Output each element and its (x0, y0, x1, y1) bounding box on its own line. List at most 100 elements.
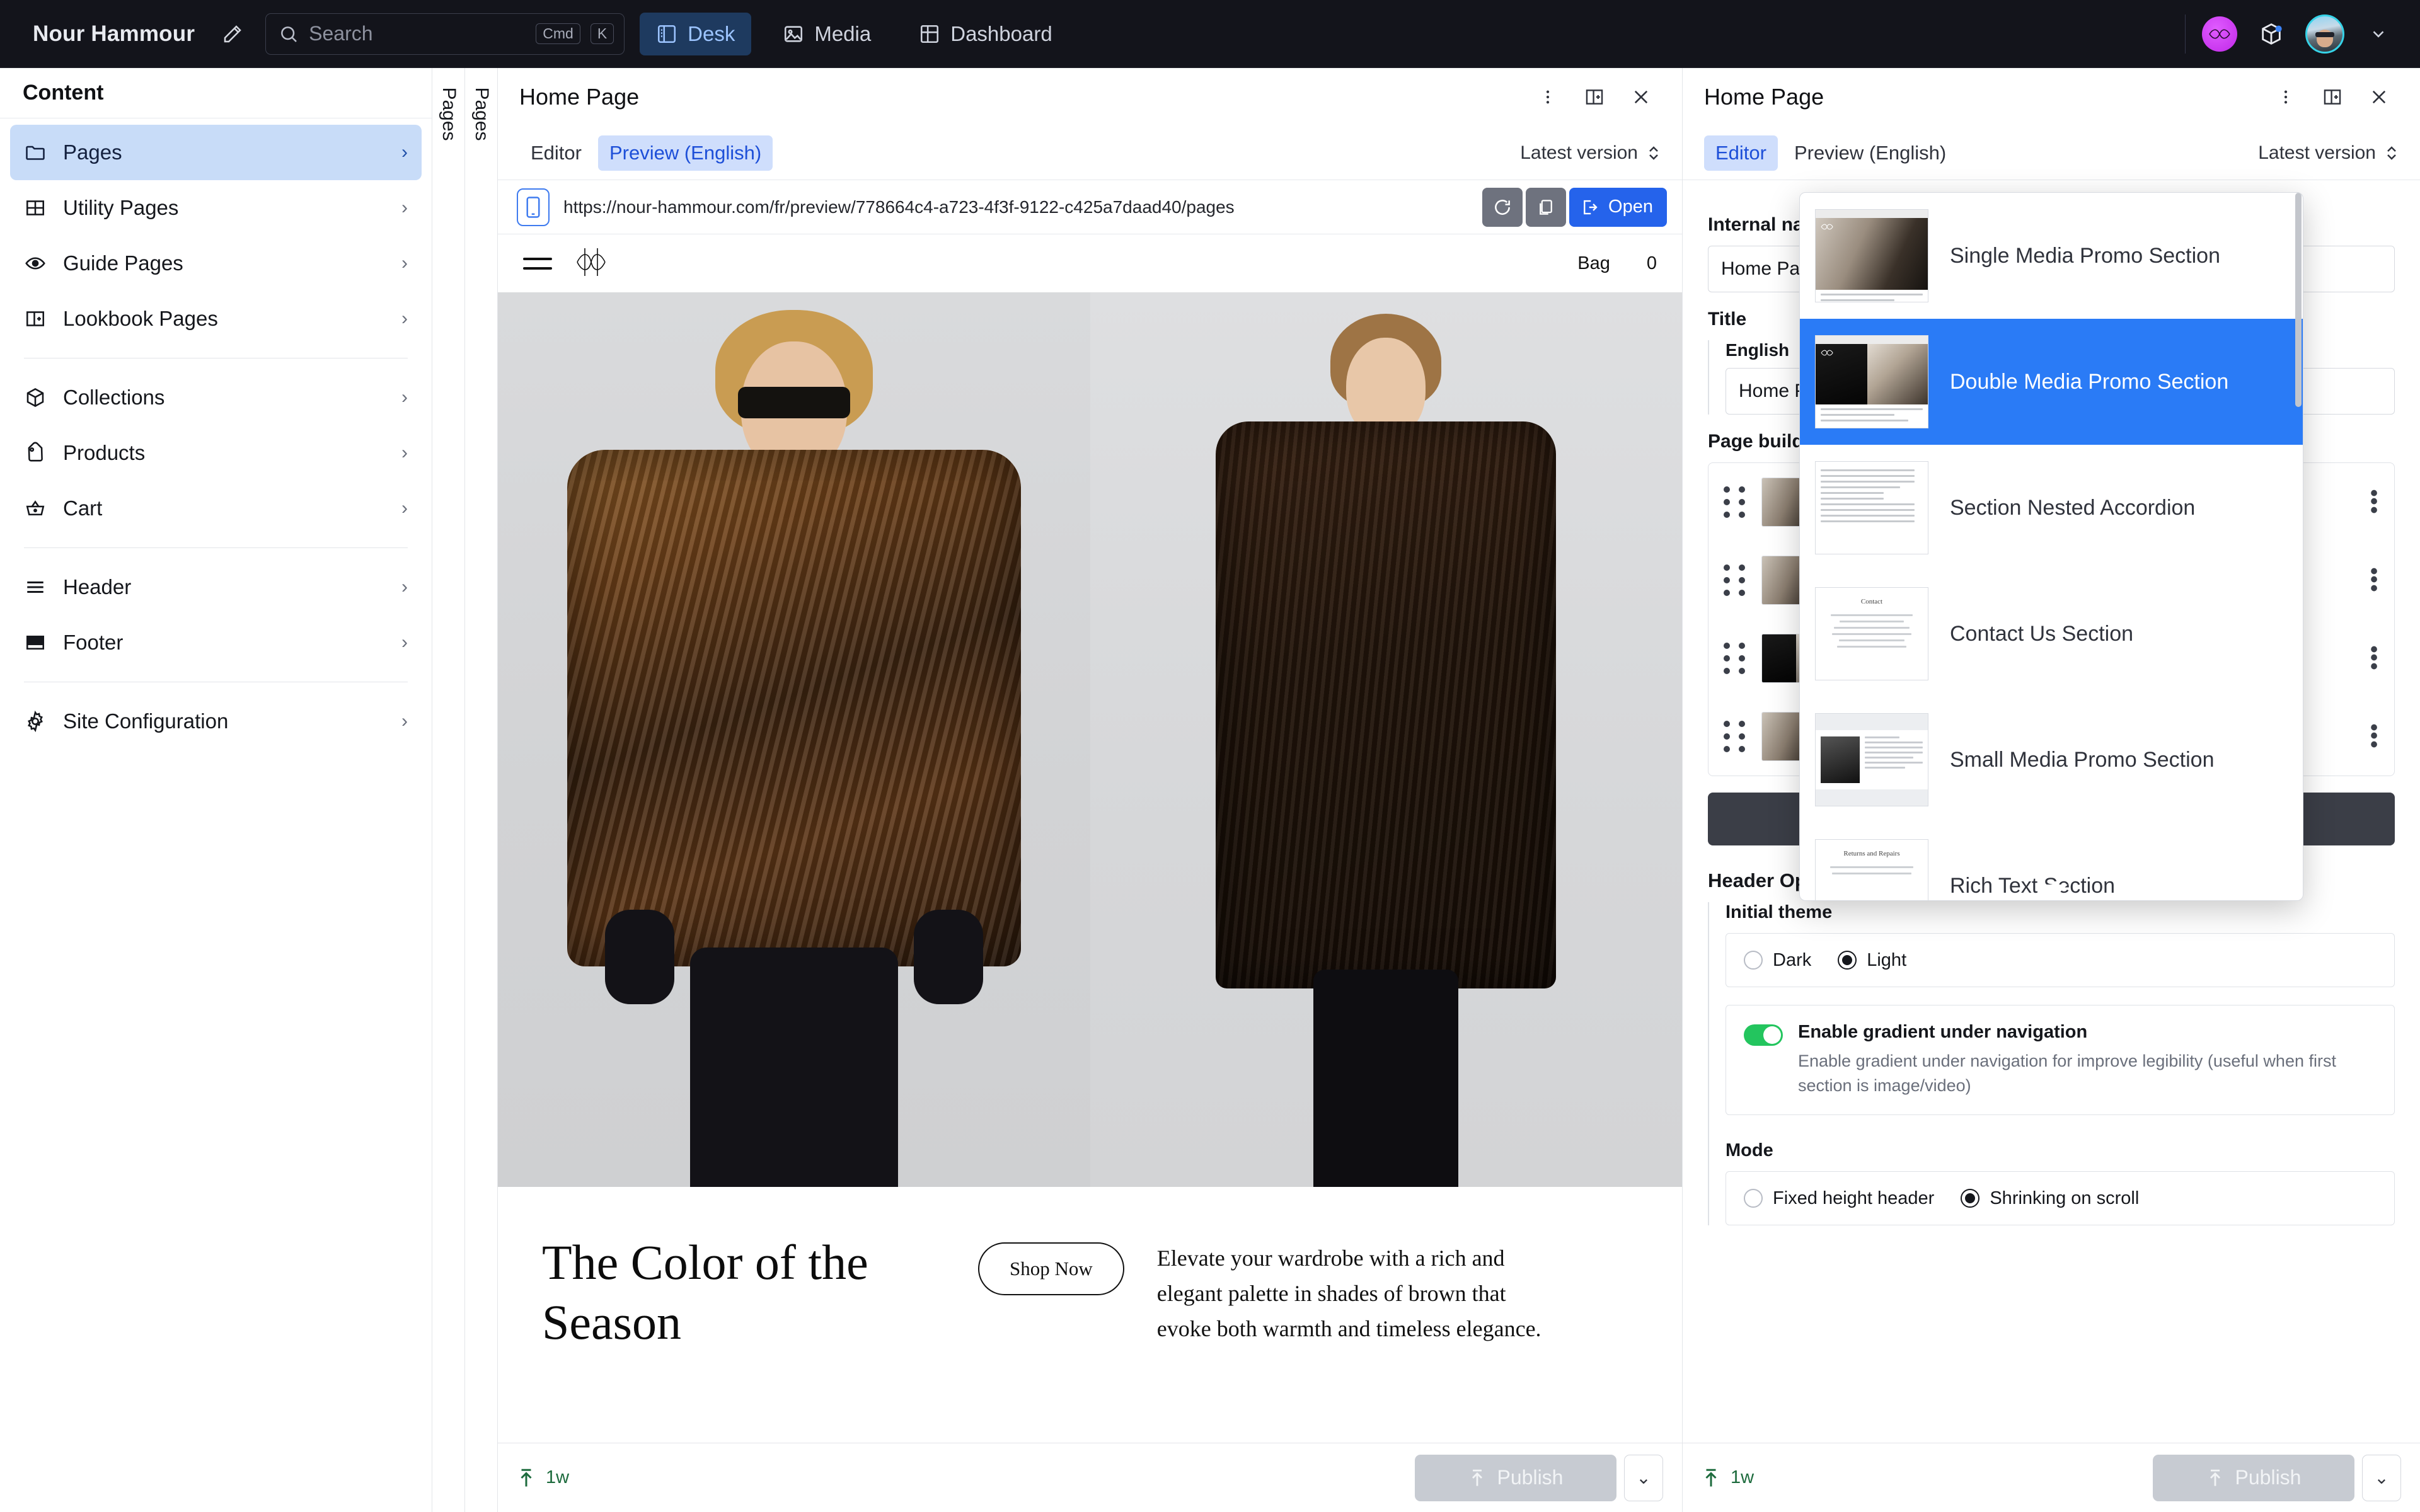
sidebar-item-products[interactable]: Products › (10, 425, 422, 481)
copy-icon[interactable] (1526, 187, 1567, 227)
close-icon[interactable] (1622, 77, 1661, 117)
gradient-toggle-switch[interactable] (1744, 1024, 1783, 1046)
dropdown-item-section-nested-accordion[interactable]: Section Nested Accordion (1800, 445, 2303, 571)
sidebar-item-site-configuration[interactable]: Site Configuration › (10, 694, 422, 749)
dropdown-item-contact-us-section[interactable]: Contact Contact Us Section (1800, 571, 2303, 697)
divider (2185, 14, 2186, 54)
sidebar-list: Pages › Utility Pages › Guide Pages › Lo… (0, 118, 432, 749)
publish-button[interactable]: Publish (1415, 1454, 1616, 1501)
site-headline: The Color of the Season (542, 1235, 868, 1350)
sidebar-item-collections[interactable]: Collections › (10, 370, 422, 425)
sidebar-item-pages[interactable]: Pages › (10, 125, 422, 180)
tab-editor[interactable]: Editor (1704, 135, 1778, 171)
radio-circle-icon (1961, 1189, 1980, 1208)
sidebar-item-footer-label: Footer (63, 631, 124, 654)
site-hero (498, 292, 1682, 1187)
dropdown-arrow-icon (2035, 885, 2068, 900)
box-icon (26, 388, 44, 407)
package-cube-icon[interactable] (2254, 16, 2289, 52)
site-logo-icon[interactable] (572, 244, 610, 283)
project-logo-icon[interactable] (2202, 16, 2237, 52)
drag-handle-icon[interactable] (1724, 721, 1745, 752)
brand-name[interactable]: Nour Hammour (18, 21, 209, 47)
dropdown-item-small-media-promo-section[interactable]: Small Media Promo Section (1800, 697, 2303, 823)
publish-options-button[interactable]: ⌄ (2362, 1454, 2401, 1501)
sidebar-item-header[interactable]: Header › (10, 559, 422, 615)
nav-tab-dashboard[interactable]: Dashboard (902, 13, 1068, 55)
nav-tab-media[interactable]: Media (766, 13, 887, 55)
radio-theme-dark[interactable]: Dark (1744, 950, 1811, 971)
phone-icon[interactable] (517, 188, 550, 226)
avatar[interactable] (2305, 14, 2344, 54)
editor-panel-tabs: Editor Preview (English) Latest version (1683, 126, 2420, 180)
site-preview-frame[interactable]: Bag 0 The Color of the Season Shop Now E… (498, 234, 1682, 1421)
open-preview-button[interactable]: Open (1569, 187, 1667, 227)
radio-mode-shrinking-label: Shrinking on scroll (1990, 1188, 2140, 1208)
row-kebab-menu-icon[interactable]: • • • (2370, 483, 2379, 520)
radio-theme-light[interactable]: Light (1838, 950, 1906, 971)
publish-arrow-icon (521, 1469, 532, 1486)
sidebar-item-lookbook-pages[interactable]: Lookbook Pages › (10, 291, 422, 346)
top-bar: Nour Hammour Search Cmd K Desk Media Das… (0, 0, 2420, 68)
preview-last-published: 1w (517, 1467, 569, 1489)
version-selector[interactable]: Latest version (2258, 142, 2399, 164)
sidebar-item-guide-pages[interactable]: Guide Pages › (10, 236, 422, 291)
version-selector[interactable]: Latest version (1520, 142, 1661, 164)
close-icon[interactable] (2360, 77, 2399, 117)
tab-preview-english[interactable]: Preview (English) (597, 135, 773, 171)
drag-handle-icon[interactable] (1724, 643, 1745, 674)
sidebar-item-cart[interactable]: Cart › (10, 481, 422, 536)
shop-now-button[interactable]: Shop Now (978, 1242, 1124, 1295)
chevron-right-icon: › (401, 711, 408, 731)
collapsed-pane-pages-2[interactable]: Pages (465, 68, 498, 1512)
chevron-right-icon: › (401, 197, 408, 218)
sidebar-item-footer[interactable]: Footer › (10, 615, 422, 670)
dropdown-item-label: Small Media Promo Section (1950, 747, 2215, 772)
site-nav-right: Bag 0 (1577, 253, 1657, 274)
split-pane-icon[interactable] (2313, 77, 2352, 117)
dropdown-scrollbar[interactable] (2295, 193, 2302, 407)
publish-button[interactable]: Publish (2153, 1454, 2354, 1501)
search-input[interactable]: Search Cmd K (265, 13, 625, 55)
tab-editor[interactable]: Editor (519, 135, 593, 171)
sidebar-item-cart-label: Cart (63, 496, 103, 520)
editor-publish-bar: 1w Publish ⌄ (1683, 1443, 2420, 1512)
dropdown-item-label: Rich Text Section (1950, 873, 2116, 898)
reload-icon[interactable] (1482, 187, 1523, 227)
chevron-updown-icon (1649, 146, 1658, 160)
radio-mode-fixed-height[interactable]: Fixed height header (1744, 1188, 1934, 1209)
drag-handle-icon[interactable] (1724, 486, 1745, 518)
chevron-right-icon: › (401, 442, 408, 463)
chevron-down-icon[interactable] (2361, 16, 2396, 52)
radio-circle-icon (1744, 951, 1763, 970)
drag-handle-icon[interactable] (1724, 564, 1745, 596)
site-bag-label[interactable]: Bag (1577, 253, 1610, 274)
row-kebab-menu-icon[interactable]: • • • (2370, 639, 2379, 677)
tab-preview-english[interactable]: Preview (English) (1783, 135, 1957, 171)
kebab-menu-icon[interactable] (2266, 77, 2305, 117)
edit-pencil-icon[interactable] (215, 16, 250, 52)
dropdown-item-label: Double Media Promo Section (1950, 369, 2229, 394)
split-pane-icon[interactable] (1575, 77, 1614, 117)
double-media-promo-thumb (1815, 335, 1928, 428)
radio-mode-shrinking[interactable]: Shrinking on scroll (1961, 1188, 2139, 1209)
publish-options-button[interactable]: ⌄ (1624, 1454, 1663, 1501)
row-kebab-menu-icon[interactable]: • • • (2370, 717, 2379, 755)
preview-url[interactable]: https://nour-hammour.com/fr/preview/7786… (563, 197, 1468, 217)
hamburger-icon[interactable] (523, 251, 552, 277)
sidebar-item-utility-pages[interactable]: Utility Pages › (10, 180, 422, 236)
kebab-menu-icon[interactable] (1528, 77, 1567, 117)
site-body-text: Elevate your wardrobe with a rich and el… (1156, 1246, 1541, 1341)
sidebar-item-pages-label: Pages (63, 140, 122, 164)
row-kebab-menu-icon[interactable]: • • • (2370, 561, 2379, 598)
gradient-toggle-title: Enable gradient under navigation (1798, 1022, 2088, 1042)
dropdown-item-single-media-promo-section[interactable]: Single Media Promo Section (1800, 193, 2303, 319)
collapsed-pane-pages-1[interactable]: Pages (432, 68, 465, 1512)
hero-image-right (1090, 292, 1682, 1187)
nav-tab-desk[interactable]: Desk (640, 12, 752, 55)
site-bag-count: 0 (1646, 253, 1657, 273)
editor-panel-header: Home Page (1683, 68, 2420, 126)
chevron-right-icon: › (401, 387, 408, 408)
dropdown-item-double-media-promo-section[interactable]: Double Media Promo Section (1800, 319, 2303, 445)
grid-table-icon (26, 200, 45, 215)
